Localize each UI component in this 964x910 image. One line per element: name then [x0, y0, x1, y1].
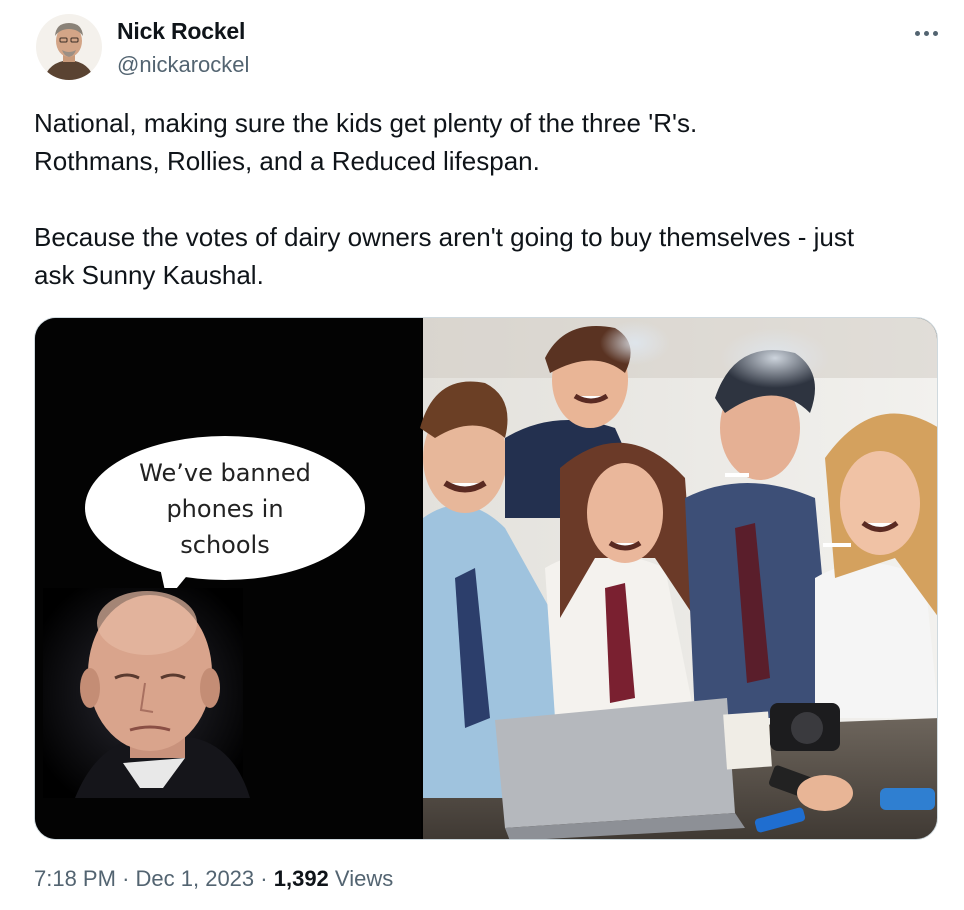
separator: ·: [122, 866, 130, 891]
speech-bubble-line: schools: [180, 531, 270, 559]
author-handle[interactable]: @nickarockel: [117, 52, 249, 78]
speech-bubble-text: We’ve banned phones in schools: [130, 455, 320, 563]
tweet-timestamp[interactable]: 7:18 PM · Dec 1, 2023: [34, 866, 254, 891]
tweet-line: Rothmans, Rollies, and a Reduced lifespa…: [34, 146, 540, 176]
tweet-line: ask Sunny Kaushal.: [34, 260, 264, 290]
tweet-time: 7:18 PM: [34, 866, 116, 891]
more-dot: [932, 30, 938, 36]
speech-bubble-line: We’ve banned: [139, 459, 311, 487]
tweet: Nick Rockel @nickarockel National, makin…: [0, 0, 964, 910]
views-label: Views: [334, 866, 394, 891]
views-count: 1,392: [273, 866, 329, 891]
tweet-line: National, making sure the kids get plent…: [34, 108, 698, 138]
more-horizontal-icon: [914, 30, 920, 36]
tweet-media-image[interactable]: We’ve banned phones in schools: [34, 317, 938, 840]
speech-bubble-line: phones in: [166, 495, 284, 523]
more-options-button[interactable]: [906, 18, 946, 48]
more-dot: [923, 30, 929, 36]
meme-illustration: [35, 318, 937, 839]
author-avatar[interactable]: [36, 14, 102, 80]
separator: ·: [260, 866, 268, 891]
tweet-date: Dec 1, 2023: [135, 866, 255, 891]
author-name[interactable]: Nick Rockel: [117, 18, 245, 45]
tweet-line: Because the votes of dairy owners aren't…: [34, 222, 855, 252]
tweet-text: National, making sure the kids get plent…: [34, 104, 934, 294]
tweet-meta: 7:18 PM · Dec 1, 2023 · 1,392 Views: [34, 866, 393, 892]
